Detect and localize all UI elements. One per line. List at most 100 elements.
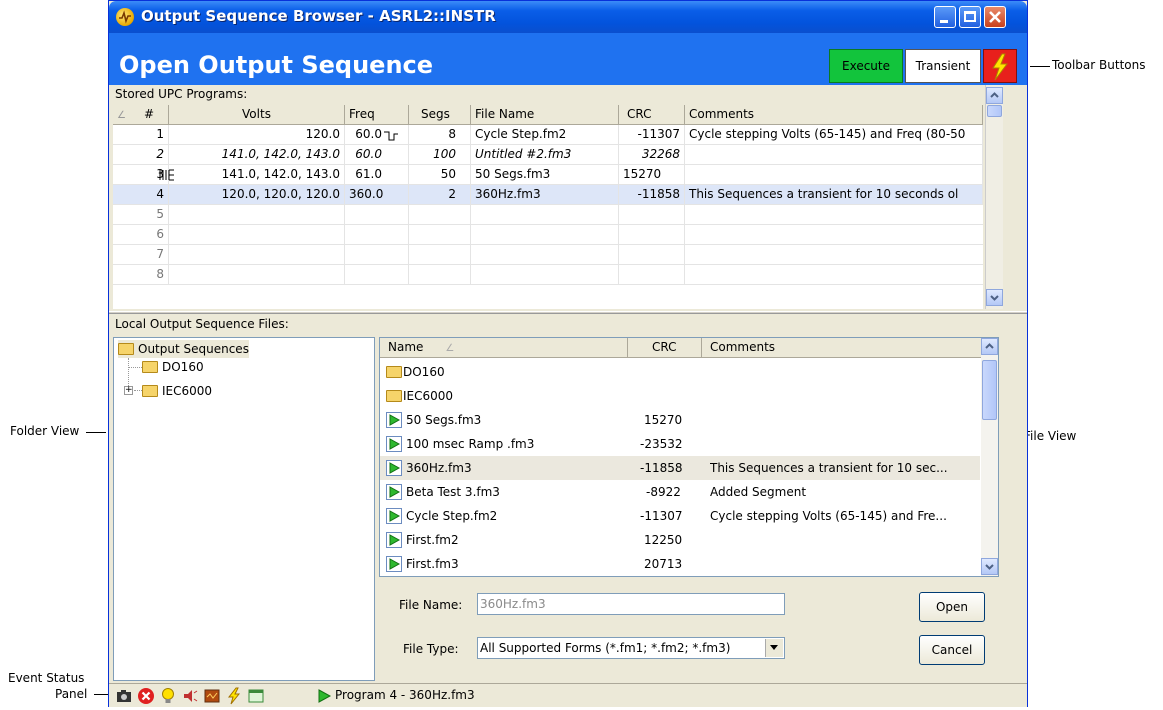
transient-button[interactable]: Transient — [905, 49, 981, 83]
upc-row-segs[interactable]: 100 — [409, 145, 471, 165]
file-row-selected[interactable]: 360Hz.fm3 -11858 This Sequences a transi… — [380, 456, 980, 480]
folder-icon — [386, 390, 402, 402]
file-name-input[interactable]: 360Hz.fm3 — [477, 593, 785, 615]
upc-row-volts[interactable]: 120.0, 120.0, 120.0 — [169, 185, 345, 205]
folder-icon — [142, 361, 158, 373]
title-bar[interactable]: Output Sequence Browser - ASRL2::INSTR — [109, 1, 1027, 33]
upc-row-segs[interactable]: 50 — [409, 165, 471, 185]
close-icon — [989, 11, 1001, 23]
col-header-crc[interactable]: CRC — [619, 105, 685, 125]
window-icon[interactable] — [247, 687, 265, 705]
camera-icon[interactable] — [115, 687, 133, 705]
scroll-thumb[interactable] — [982, 360, 997, 420]
cancel-button[interactable]: Cancel — [919, 635, 985, 665]
speaker-icon[interactable] — [181, 687, 199, 705]
upc-row-comments[interactable] — [685, 165, 983, 185]
upc-row-num[interactable]: 1 — [113, 125, 169, 145]
open-button[interactable]: Open — [919, 592, 985, 622]
upc-row-crc[interactable]: 15270 — [619, 165, 685, 185]
upc-row-segs[interactable]: 8 — [409, 125, 471, 145]
col-header-num[interactable]: ∠ # — [113, 105, 169, 125]
minimize-button[interactable] — [934, 6, 956, 28]
upc-row-num[interactable]: 6 — [113, 225, 169, 245]
col-header-file-name[interactable]: File Name — [471, 105, 619, 125]
col-header-segs[interactable]: Segs — [409, 105, 471, 125]
scroll-up-arrow[interactable] — [981, 338, 998, 355]
page-title: Open Output Sequence — [119, 51, 434, 79]
upc-row-volts[interactable]: 141.0, 142.0, 143.0 — [169, 145, 345, 165]
tree-item-do160[interactable]: DO160 — [142, 358, 204, 376]
folder-tree-view[interactable]: Output Sequences DO160 + IEC6000 — [113, 337, 375, 681]
lightning-button[interactable] — [983, 49, 1017, 83]
scroll-up-arrow[interactable] — [986, 87, 1003, 104]
tree-item-iec6000[interactable]: IEC6000 — [142, 382, 212, 400]
file-row[interactable]: 100 msec Ramp .fm3 -23532 — [380, 432, 980, 456]
upc-row-crc[interactable]: -11307 — [619, 125, 685, 145]
file-list-view[interactable]: Name ∠ CRC Comments DO160 IEC6000 50 Segs… — [379, 337, 999, 577]
upc-row-file[interactable]: 50 Segs.fm3 — [471, 165, 619, 185]
scroll-down-arrow[interactable] — [981, 558, 998, 575]
expand-icon[interactable]: + — [124, 386, 133, 395]
file-name-label: File Name: — [399, 598, 463, 612]
close-button[interactable] — [984, 6, 1006, 28]
upc-row-file[interactable]: Cycle Step.fm2 — [471, 125, 619, 145]
stored-upc-label: Stored UPC Programs: — [115, 87, 248, 101]
scroll-down-arrow[interactable] — [986, 289, 1003, 306]
upc-row-crc[interactable]: 32268 — [619, 145, 685, 165]
error-icon[interactable] — [137, 687, 155, 705]
upc-row-volts[interactable]: 141.0, 142.0, 143.0 — [169, 165, 345, 185]
maximize-button[interactable] — [959, 6, 981, 28]
sequence-file-icon — [386, 460, 402, 476]
file-type-select[interactable]: All Supported Forms (*.fm1; *.fm2; *.fm3… — [477, 637, 785, 659]
upc-row-freq[interactable]: 61.0 — [345, 165, 409, 185]
file-row[interactable]: DO160 — [380, 360, 980, 384]
folder-icon — [386, 366, 402, 378]
upc-row-num[interactable]: 8 — [113, 265, 169, 285]
chevron-up-icon — [985, 343, 994, 349]
output-sequence-browser-window: Output Sequence Browser - ASRL2::INSTR O… — [108, 0, 1028, 707]
upc-row-crc[interactable]: -11858 — [619, 185, 685, 205]
upc-row-freq[interactable]: 60.0 — [345, 145, 409, 165]
splitter[interactable] — [109, 311, 1027, 314]
upc-row-num[interactable]: 5 — [113, 205, 169, 225]
file-row[interactable]: 50 Segs.fm3 15270 — [380, 408, 980, 432]
col-header-file-crc[interactable]: CRC — [628, 338, 702, 358]
upc-scrollbar[interactable] — [985, 85, 1003, 309]
file-row[interactable]: Cycle Step.fm2 -11307 Cycle stepping Vol… — [380, 504, 980, 528]
file-row[interactable]: Beta Test 3.fm3 -8922 Added Segment — [380, 480, 980, 504]
file-list-scrollbar[interactable] — [981, 338, 998, 576]
upc-row-comments[interactable] — [685, 145, 983, 165]
upc-row-num[interactable]: 2 — [113, 145, 169, 165]
upc-row-file[interactable]: Untitled #2.fm3 — [471, 145, 619, 165]
upc-row-file[interactable]: 360Hz.fm3 — [471, 185, 619, 205]
col-header-name[interactable]: Name ∠ — [380, 338, 628, 358]
col-header-volts[interactable]: Volts — [169, 105, 345, 125]
upc-row-freq[interactable]: 360.0 — [345, 185, 409, 205]
upc-row-segs[interactable]: 2 — [409, 185, 471, 205]
upc-row-comments[interactable]: Cycle stepping Volts (65-145) and Freq (… — [685, 125, 983, 145]
scroll-thumb[interactable] — [987, 105, 1002, 117]
upc-row-num[interactable]: 4 — [113, 185, 169, 205]
lightning-icon[interactable] — [225, 687, 243, 705]
col-header-freq[interactable]: Freq — [345, 105, 409, 125]
file-row[interactable]: IEC6000 — [380, 384, 980, 408]
file-row[interactable]: First.fm2 12250 — [380, 528, 980, 552]
event-status-panel: Program 4 - 360Hz.fm3 — [109, 683, 1027, 707]
sequence-file-icon — [386, 532, 402, 548]
folder-icon — [142, 385, 158, 397]
dropdown-arrow-icon[interactable] — [765, 639, 783, 657]
tree-item-output-sequences[interactable]: Output Sequences — [118, 340, 249, 358]
execute-button[interactable]: Execute — [829, 49, 903, 83]
col-header-comments[interactable]: Comments — [685, 105, 983, 125]
col-header-file-comments[interactable]: Comments — [702, 338, 982, 358]
upc-row-volts[interactable]: 120.0 — [169, 125, 345, 145]
upc-row-comments[interactable]: This Sequences a transient for 10 second… — [685, 185, 983, 205]
upc-row-num[interactable]: 7 — [113, 245, 169, 265]
sequence-file-icon — [386, 412, 402, 428]
sequence-file-icon — [386, 436, 402, 452]
window-title: Output Sequence Browser - ASRL2::INSTR — [141, 7, 496, 25]
upc-programs-grid[interactable]: ∠ # Volts Freq Segs File Name CRC Comment… — [113, 105, 983, 309]
scope-icon[interactable] — [203, 687, 221, 705]
file-row[interactable]: First.fm3 20713 — [380, 552, 980, 576]
lightbulb-icon[interactable] — [159, 687, 177, 705]
